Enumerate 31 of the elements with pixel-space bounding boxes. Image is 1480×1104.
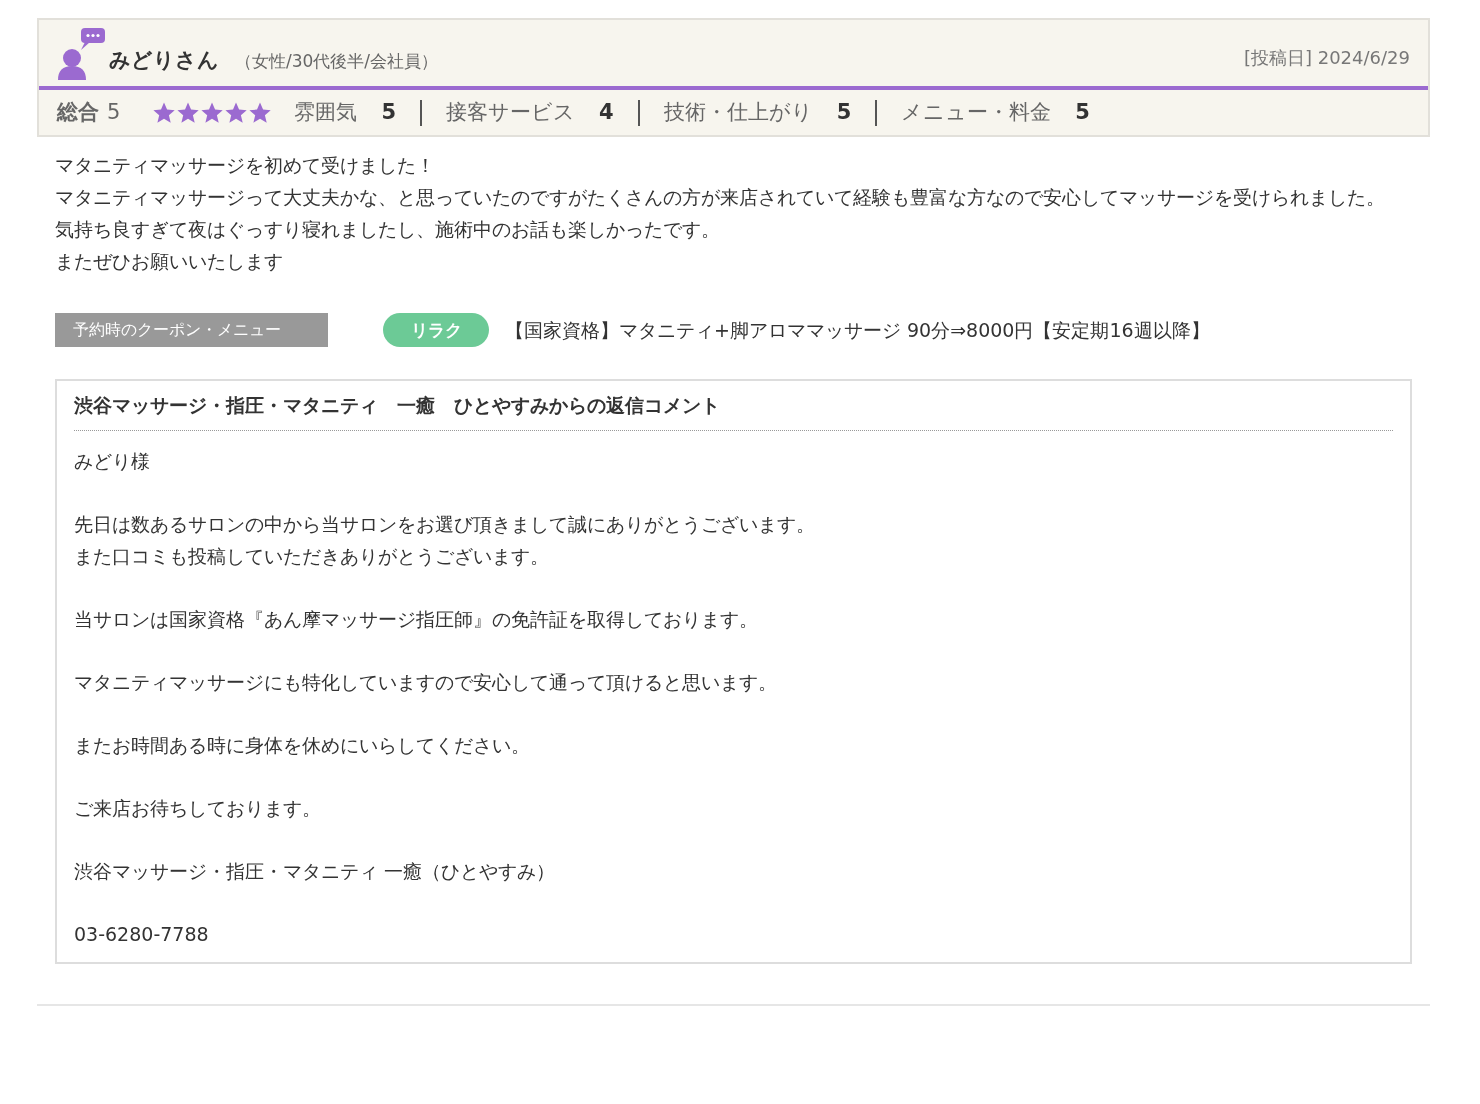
overall-label: 総合 <box>57 98 99 126</box>
rating-score: 5 <box>836 98 852 126</box>
user-speech-icon <box>57 28 105 80</box>
coupon-label: 予約時のクーポン・メニュー <box>55 313 328 347</box>
category-tag: リラク <box>383 313 489 347</box>
reply-text: ご来店お待ちしております。 <box>74 795 322 821</box>
rating-score: 5 <box>381 98 396 126</box>
review-text: マタニティマッサージを初めて受けました！ <box>55 153 436 178</box>
rating-label: メニュー・料金 <box>901 98 1052 126</box>
rating-score: 4 <box>599 98 614 126</box>
reply-text: 当サロンは国家資格『あん摩マッサージ指圧師』の免許証を取得しております。 <box>74 606 759 632</box>
reply-text: みどり様 <box>74 448 151 474</box>
reply-text: またお時間ある時に身体を休めにいらしてください。 <box>74 732 531 758</box>
reply-text: また口コミも投稿していただきありがとうございます。 <box>74 543 550 569</box>
overall-score: 5 <box>107 98 121 126</box>
reviewer-profile: （女性/30代後半/会社員） <box>235 49 439 73</box>
reply-text: 先日は数あるサロンの中から当サロンをお選び頂きまして誠にありがとうございます。 <box>74 511 816 537</box>
review-text: またぜひお願いいたします <box>55 249 284 274</box>
review-text: 気持ち良すぎて夜はぐっすり寝れましたし、施術中のお話も楽しかったです。 <box>55 217 721 242</box>
reply-text: 渋谷マッサージ・指圧・マタニティ 一癒（ひとやすみ） <box>74 858 557 884</box>
reviewer-name: みどりさん <box>109 46 219 74</box>
rating-score: 5 <box>1075 98 1090 126</box>
rating-label: 雰囲気 <box>294 98 358 126</box>
coupon-menu-text: 【国家資格】マタニティ+脚アロママッサージ 90分⇒8000円【安定期16週以降】 <box>505 317 1210 343</box>
rating-label: 接客サービス <box>446 98 575 126</box>
review-text: マタニティマッサージって大丈夫かな、と思っていたのですがたくさんの方が来店されていて経験も豊富な方なので安心してマッサージを受けられました。 <box>55 185 1386 210</box>
reply-title: 渋谷マッサージ・指圧・マタニティ 一癒 ひとやすみからの返信コメント <box>74 391 1393 431</box>
post-date: [投稿日] 2024/6/29 <box>1243 46 1410 70</box>
rating-label: 技術・仕上がり <box>663 98 813 126</box>
reply-text: マタニティマッサージにも特化していますので安心して通って頂けると思います。 <box>74 669 778 695</box>
reply-text: 03-6280-7788 <box>74 921 210 947</box>
